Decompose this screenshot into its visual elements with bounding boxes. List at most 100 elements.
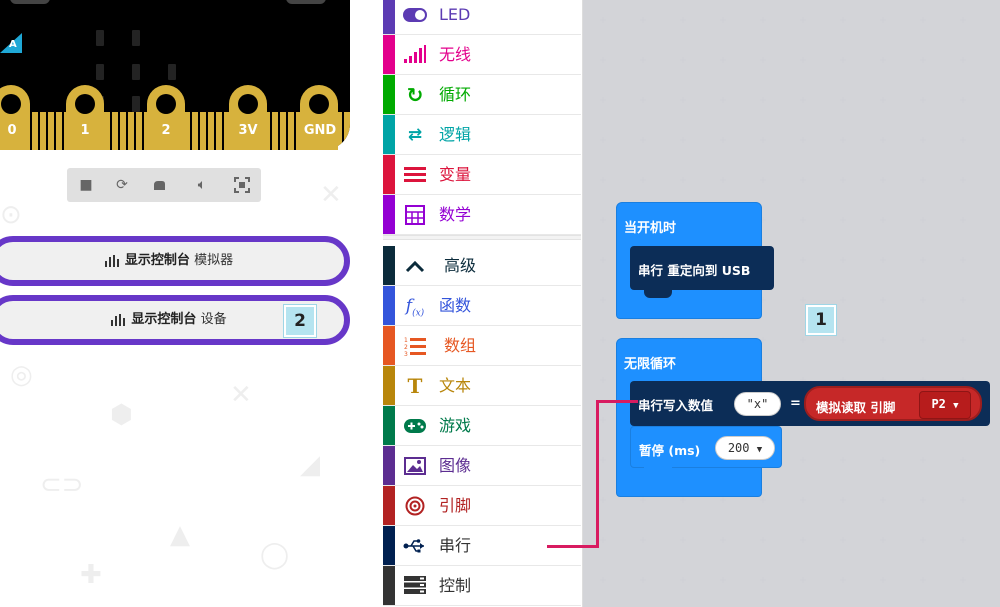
bar-chart-icon — [111, 313, 126, 326]
background-pattern: ✕ — [320, 180, 342, 210]
restart-icon[interactable]: ⟳ — [105, 168, 139, 202]
console-label-target: 设备 — [200, 312, 227, 327]
category-label: 高级 — [444, 256, 477, 275]
category-loops[interactable]: ↻ 循环 — [383, 75, 581, 115]
button-b[interactable] — [286, 0, 326, 4]
image-icon — [403, 456, 427, 476]
blocks-workspace[interactable]: 当开机时 串行 重定向到 USB 无限循环 串行写入数值 "x" = 模拟读取 … — [583, 0, 1000, 607]
pin-2[interactable] — [147, 85, 185, 150]
background-pattern: ⬢ — [110, 400, 133, 430]
svg-text:3: 3 — [404, 351, 408, 356]
usb-icon — [403, 536, 427, 556]
calculator-icon — [403, 205, 427, 225]
pin-label: 3V — [238, 123, 258, 138]
pin-label: GND — [303, 123, 337, 138]
show-console-simulator-button[interactable]: 显示控制台 模拟器 — [0, 236, 350, 286]
category-variables[interactable]: 变量 — [383, 155, 581, 195]
pin-1[interactable] — [66, 85, 104, 150]
pin-0[interactable] — [0, 85, 30, 150]
category-label: 文本 — [439, 376, 472, 395]
category-pins[interactable]: 引脚 — [383, 486, 581, 526]
category-label: 图像 — [439, 456, 472, 475]
category-label: 数组 — [444, 336, 477, 355]
target-icon — [403, 496, 427, 516]
pause-value: 200 — [727, 441, 750, 455]
led — [96, 64, 104, 80]
svg-text:2: 2 — [404, 344, 408, 351]
toggle-icon — [403, 5, 427, 25]
category-label: 数学 — [439, 205, 472, 224]
pin-3v[interactable] — [229, 85, 267, 150]
pause-label: 暂停 (ms) — [639, 443, 701, 458]
category-label: 变量 — [439, 165, 472, 184]
pin-dropdown-value: P2 — [931, 397, 946, 411]
fullscreen-icon[interactable] — [225, 168, 259, 202]
callout-line — [596, 400, 638, 403]
bar-chart-icon — [104, 254, 119, 267]
equals-sign: = — [790, 396, 801, 411]
slow-mo-icon[interactable] — [143, 168, 177, 202]
category-label: 串行 — [439, 536, 472, 555]
background-pattern: ⊙ — [0, 200, 22, 230]
background-pattern: ◢ — [300, 450, 320, 480]
block-notch — [644, 289, 672, 298]
category-text[interactable]: T 文本 — [383, 366, 581, 406]
gamepad-icon — [403, 416, 427, 436]
function-icon: f(x) — [405, 296, 425, 319]
category-control[interactable]: 控制 — [383, 566, 581, 606]
pin-dropdown[interactable]: P2 ▼ — [919, 391, 971, 419]
block-notch — [644, 467, 672, 474]
category-images[interactable]: 图像 — [383, 446, 581, 486]
mute-icon[interactable]: 🔈︎ — [185, 168, 219, 202]
background-pattern: ⊂⊃ — [40, 470, 84, 500]
category-label: 游戏 — [439, 416, 472, 435]
category-label: 引脚 — [439, 496, 472, 515]
console-label-bold: 显示控制台 — [131, 312, 197, 327]
analog-read-label: 模拟读取 引脚 — [816, 400, 896, 415]
numbered-list-icon: 123 — [403, 336, 427, 358]
category-led[interactable]: LED — [383, 0, 581, 35]
category-math[interactable]: 数学 — [383, 195, 581, 235]
name-string-input[interactable]: "x" — [734, 392, 781, 416]
toolbox-separator — [383, 235, 581, 240]
category-arrays[interactable]: 123 数组 — [383, 326, 581, 366]
category-label: 逻辑 — [439, 125, 472, 144]
forever-label: 无限循环 — [624, 357, 677, 372]
text-T-icon: T — [407, 374, 423, 398]
simulator-panel: ◎ ⬢ ✕ ◢ ⊂⊃ ▲ ◯ ✚ ✕ ⊙ A 0 1 2 3V GND ■ ⟳ … — [0, 0, 383, 607]
console-label-target: 模拟器 — [194, 253, 234, 268]
led — [132, 64, 140, 80]
category-advanced[interactable]: 高级 — [383, 246, 581, 286]
annotation-badge-2: 2 — [284, 305, 316, 337]
dropdown-arrow-icon: ▼ — [953, 401, 959, 411]
stop-icon[interactable]: ■ — [69, 168, 103, 202]
category-functions[interactable]: f(x) 函数 — [383, 286, 581, 326]
button-a-badge: A — [0, 33, 22, 53]
pin-gnd[interactable] — [300, 85, 338, 150]
simulator-toolbar: ■ ⟳ 🔈︎ — [67, 168, 261, 202]
led — [96, 30, 104, 46]
button-a[interactable] — [10, 0, 50, 4]
console-label-bold: 显示控制台 — [124, 253, 190, 268]
serial-redirect-label: 串行 重定向到 USB — [638, 263, 751, 278]
serial-redirect-usb-block[interactable]: 串行 重定向到 USB — [630, 246, 774, 290]
toolbox: LED 无线 ↻ 循环 ⇄ 逻辑 变量 数学 高级 f(x) 函数 123 数组… — [383, 0, 583, 607]
background-pattern: ◎ — [10, 360, 33, 390]
chevron-up-icon — [403, 256, 427, 276]
serial-write-label: 串行写入数值 — [638, 398, 714, 413]
pin-label: 1 — [80, 123, 90, 138]
pin-label: 0 — [7, 123, 17, 138]
led — [132, 30, 140, 46]
background-pattern: ✚ — [80, 560, 102, 590]
category-logic[interactable]: ⇄ 逻辑 — [383, 115, 581, 155]
category-game[interactable]: 游戏 — [383, 406, 581, 446]
category-radio[interactable]: 无线 — [383, 35, 581, 75]
pause-value-dropdown[interactable]: 200 ▼ — [715, 436, 775, 460]
category-label: 控制 — [439, 576, 472, 595]
led — [168, 64, 176, 80]
on-start-label: 当开机时 — [624, 221, 677, 236]
list-lines-icon — [403, 165, 427, 185]
background-pattern: ✕ — [230, 380, 252, 410]
category-label: 循环 — [439, 85, 472, 104]
led — [132, 96, 140, 112]
